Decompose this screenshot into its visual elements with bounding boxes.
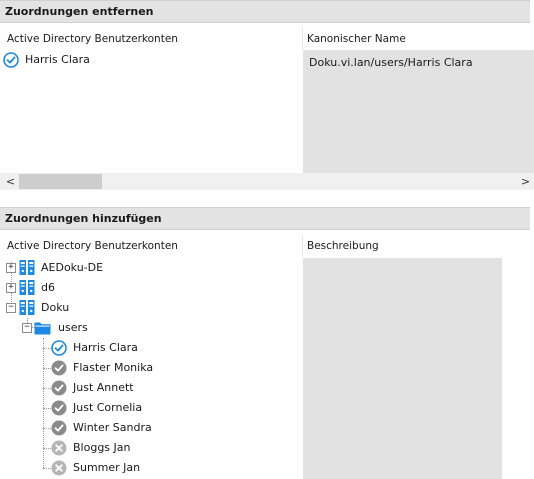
horizontal-scrollbar[interactable]: < > [0, 173, 534, 190]
remove-section-header: Zuordnungen entfernen [0, 0, 530, 23]
tree-item-domain[interactable]: + d6 [0, 278, 300, 298]
remove-item-name: Harris Clara [25, 53, 90, 66]
add-accounts-column-header[interactable]: Active Directory Benutzerkonten [7, 240, 178, 252]
tree-item-domain[interactable]: + AEDoku-DE [0, 258, 300, 278]
user-label: Winter Sandra [73, 421, 152, 434]
tree-item-folder[interactable]: − users [0, 318, 300, 338]
collapse-toggle[interactable]: − [6, 303, 16, 313]
tree-item-user[interactable]: Flaster Monika [0, 358, 300, 378]
remove-item-canonical: Doku.vi.lan/users/Harris Clara [309, 56, 473, 69]
check-circle-gray-icon [51, 380, 67, 396]
user-label: Summer Jan [73, 461, 141, 474]
check-circle-gray-icon [51, 400, 67, 416]
user-label: Flaster Monika [73, 361, 154, 374]
remove-canonical-column-header[interactable]: Kanonischer Name [307, 33, 406, 45]
tree-item-user[interactable]: Harris Clara [0, 338, 300, 358]
remove-column-divider [302, 28, 303, 50]
tree-item-user[interactable]: Just Annett [0, 378, 300, 398]
user-label: Just Annett [73, 381, 134, 394]
x-circle-gray-icon [51, 460, 67, 476]
tree-item-user[interactable]: Bloggs Jan [0, 438, 300, 458]
description-column-area [303, 258, 502, 479]
scroll-right-icon[interactable]: > [517, 173, 534, 190]
domain-label: d6 [41, 281, 55, 294]
user-label: Bloggs Jan [73, 441, 131, 454]
user-label: Just Cornelia [73, 401, 143, 414]
domain-icon [19, 260, 35, 275]
tree-item-domain[interactable]: − Doku [0, 298, 300, 318]
add-description-column-header[interactable]: Beschreibung [307, 240, 379, 252]
scroll-left-icon[interactable]: < [2, 173, 19, 190]
x-circle-gray-icon [51, 440, 67, 456]
tree-item-user[interactable]: Summer Jan [0, 458, 300, 478]
domain-label: AEDoku-DE [41, 261, 104, 274]
add-section-title: Zuordnungen hinzufügen [5, 212, 162, 225]
tree-item-user[interactable]: Winter Sandra [0, 418, 300, 438]
check-circle-blue-icon [3, 52, 19, 68]
check-circle-gray-icon [51, 420, 67, 436]
tree-item-user[interactable]: Just Cornelia [0, 398, 300, 418]
folder-label: users [58, 321, 88, 334]
add-section-header: Zuordnungen hinzufügen [0, 207, 530, 230]
remove-list-item[interactable]: Harris Clara [0, 50, 300, 70]
collapse-toggle[interactable]: − [22, 323, 32, 333]
domain-label: Doku [41, 301, 70, 314]
domain-icon [19, 300, 35, 315]
remove-section-title: Zuordnungen entfernen [5, 5, 154, 18]
user-label: Harris Clara [73, 341, 138, 354]
check-circle-gray-icon [51, 360, 67, 376]
folder-icon [34, 322, 51, 335]
domain-icon [19, 280, 35, 295]
expand-toggle[interactable]: + [6, 263, 16, 273]
add-column-divider [302, 235, 303, 257]
check-circle-blue-icon [51, 340, 67, 356]
remove-accounts-column-header[interactable]: Active Directory Benutzerkonten [7, 33, 178, 45]
scrollbar-thumb[interactable] [19, 174, 102, 189]
expand-toggle[interactable]: + [6, 283, 16, 293]
